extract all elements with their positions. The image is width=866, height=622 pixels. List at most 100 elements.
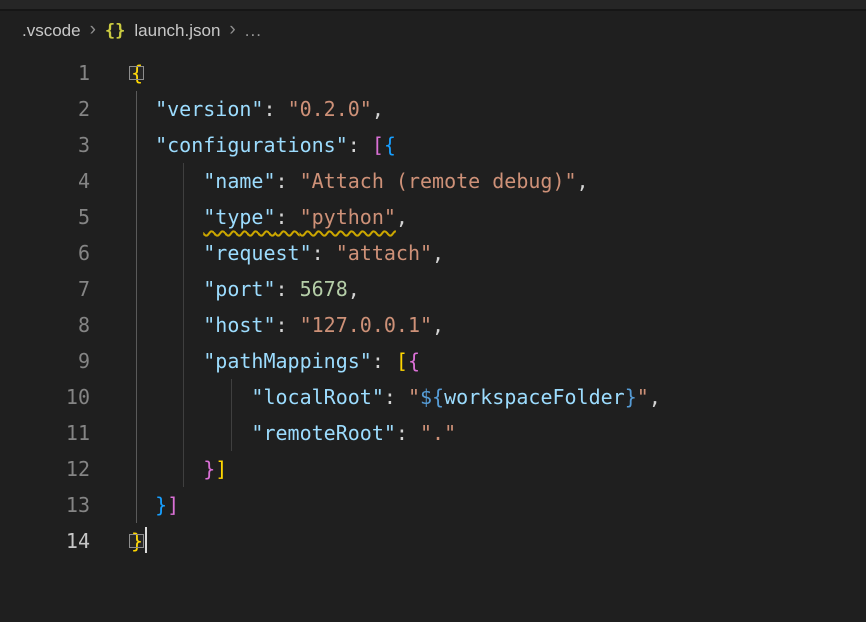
code-text: "version": "0.2.0",	[131, 91, 384, 127]
token: "attach"	[336, 241, 432, 265]
token	[131, 421, 251, 445]
code-line[interactable]: 9 "pathMappings": [{	[0, 343, 866, 379]
indent-guide	[136, 91, 137, 523]
token: ,	[577, 169, 589, 193]
line-number[interactable]: 11	[0, 415, 90, 451]
token: "request"	[203, 241, 311, 265]
token: "type"	[203, 205, 275, 229]
token: :	[276, 277, 300, 301]
code-text: "host": "127.0.0.1",	[131, 307, 444, 343]
token: }	[155, 493, 167, 517]
code-line[interactable]: 3 "configurations": [{	[0, 127, 866, 163]
chevron-right-icon: ›	[229, 20, 235, 42]
title-bar	[0, 0, 866, 11]
line-number[interactable]: 5	[0, 199, 90, 235]
token: "remoteRoot"	[251, 421, 396, 445]
line-number[interactable]: 6	[0, 235, 90, 271]
token	[131, 349, 203, 373]
line-number[interactable]: 8	[0, 307, 90, 343]
token: ${	[420, 385, 444, 409]
text-cursor	[145, 527, 147, 553]
code-text: {	[131, 55, 143, 91]
token: :	[312, 241, 336, 265]
token: ]	[215, 457, 227, 481]
token: "localRoot"	[251, 385, 383, 409]
token: "127.0.0.1"	[300, 313, 432, 337]
code-line[interactable]: 14}	[0, 523, 866, 559]
token	[131, 277, 203, 301]
line-number[interactable]: 14	[0, 523, 90, 559]
indent-guide	[231, 379, 232, 451]
token: {	[384, 133, 396, 157]
token: "0.2.0"	[288, 97, 372, 121]
token	[131, 385, 251, 409]
token: :	[276, 313, 300, 337]
token: ,	[348, 277, 360, 301]
code-line[interactable]: 2 "version": "0.2.0",	[0, 91, 866, 127]
token	[131, 97, 155, 121]
token: :	[348, 133, 372, 157]
code-line[interactable]: 11 "remoteRoot": "."	[0, 415, 866, 451]
token: [	[372, 133, 384, 157]
code-line[interactable]: 12 }]	[0, 451, 866, 487]
code-line[interactable]: 5 "type": "python",	[0, 199, 866, 235]
token	[131, 133, 155, 157]
line-number[interactable]: 1	[0, 55, 90, 91]
token: }	[203, 457, 215, 481]
code-area: 1{2 "version": "0.2.0",3 "configurations…	[0, 55, 866, 559]
code-text: "type": "python",	[131, 199, 408, 235]
token: }	[625, 385, 637, 409]
editor[interactable]: 1{2 "version": "0.2.0",3 "configurations…	[0, 51, 866, 559]
token: }	[131, 529, 143, 553]
token: {	[408, 349, 420, 373]
token	[131, 169, 203, 193]
token: "port"	[203, 277, 275, 301]
code-line[interactable]: 10 "localRoot": "${workspaceFolder}",	[0, 379, 866, 415]
token: :	[276, 169, 300, 193]
token: "Attach (remote debug)"	[300, 169, 577, 193]
token: "	[408, 385, 420, 409]
token: ,	[432, 241, 444, 265]
line-number[interactable]: 4	[0, 163, 90, 199]
line-number[interactable]: 12	[0, 451, 90, 487]
token: :	[276, 205, 300, 229]
token: ]	[167, 493, 179, 517]
token	[131, 493, 155, 517]
token: "configurations"	[155, 133, 348, 157]
token: 5678	[300, 277, 348, 301]
token: ,	[432, 313, 444, 337]
code-text: }	[131, 523, 147, 559]
code-line[interactable]: 1{	[0, 55, 866, 91]
code-line[interactable]: 8 "host": "127.0.0.1",	[0, 307, 866, 343]
breadcrumb-file[interactable]: launch.json	[134, 21, 220, 41]
breadcrumb-folder[interactable]: .vscode	[22, 21, 81, 41]
token: workspaceFolder	[444, 385, 625, 409]
code-line[interactable]: 4 "name": "Attach (remote debug)",	[0, 163, 866, 199]
line-number[interactable]: 3	[0, 127, 90, 163]
json-braces-icon: {}	[105, 21, 125, 41]
token: ,	[372, 97, 384, 121]
token: ,	[649, 385, 661, 409]
line-number[interactable]: 10	[0, 379, 90, 415]
code-line[interactable]: 7 "port": 5678,	[0, 271, 866, 307]
token: "pathMappings"	[203, 349, 372, 373]
code-text: "pathMappings": [{	[131, 343, 420, 379]
code-text: }]	[131, 487, 179, 523]
token: "name"	[203, 169, 275, 193]
line-number[interactable]: 9	[0, 343, 90, 379]
code-text: "port": 5678,	[131, 271, 360, 307]
code-line[interactable]: 13 }]	[0, 487, 866, 523]
line-number[interactable]: 2	[0, 91, 90, 127]
token: "."	[420, 421, 456, 445]
code-line[interactable]: 6 "request": "attach",	[0, 235, 866, 271]
token: ,	[396, 205, 408, 229]
breadcrumb-more[interactable]: ...	[245, 21, 262, 41]
code-text: "remoteRoot": "."	[131, 415, 456, 451]
code-text: "localRoot": "${workspaceFolder}",	[131, 379, 661, 415]
chevron-right-icon: ›	[90, 20, 96, 42]
token: :	[263, 97, 287, 121]
line-number[interactable]: 13	[0, 487, 90, 523]
line-number[interactable]: 7	[0, 271, 90, 307]
indent-guide	[183, 163, 184, 487]
token: "python"	[300, 205, 396, 229]
